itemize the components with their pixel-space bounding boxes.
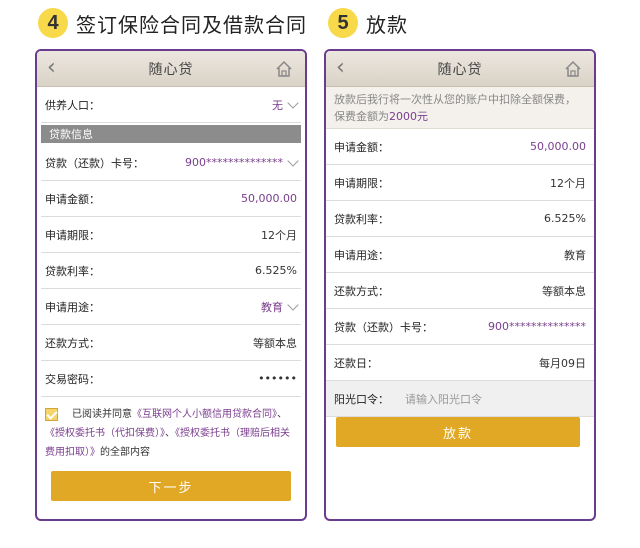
row-value: 6.525%: [255, 264, 297, 277]
row-label: 申请期限：: [45, 228, 100, 242]
navbar: ‹ 随心贷: [326, 51, 594, 87]
row-label: 贷款利率：: [45, 264, 100, 278]
back-chevron-icon[interactable]: ‹: [336, 55, 345, 80]
row-label: 还款方式：: [45, 336, 100, 350]
row-label: 还款方式：: [334, 284, 389, 298]
row-value: 每月09日: [539, 356, 586, 370]
agree-suffix: 的全部内容: [100, 447, 150, 458]
row-value: 6.525%: [544, 212, 586, 225]
card-number-value: 900**************: [185, 156, 283, 169]
row-value: 等额本息: [542, 284, 586, 298]
separator: 、: [165, 428, 175, 439]
row-label: 贷款（还款）卡号：: [334, 320, 433, 334]
amount-row: 申请金额： 50,000.00: [41, 181, 301, 217]
step-number-badge: 4: [38, 8, 68, 38]
purpose-row[interactable]: 申请用途： 教育: [41, 289, 301, 325]
step-number-badge: 5: [328, 8, 358, 38]
phone-screen-disbursement: ‹ 随心贷 放款后我行将一次性从您的账户中扣除全额保费，保费金额为2000元 申…: [324, 49, 596, 521]
row-label: 申请金额：: [45, 192, 100, 206]
agree-checkbox[interactable]: [45, 407, 58, 421]
step-4-header: 4 签订保险合同及借款合同: [38, 6, 307, 40]
rate-row: 贷款利率： 6.525%: [41, 253, 301, 289]
next-button[interactable]: 下一步: [51, 471, 291, 501]
row-value: 教育: [261, 298, 299, 315]
premium-amount: 2000元: [389, 110, 428, 123]
home-icon[interactable]: [564, 60, 582, 78]
row-value: 12个月: [261, 228, 297, 242]
repayment-row: 还款方式： 等额本息: [41, 325, 301, 361]
row-label: 申请用途：: [334, 248, 389, 262]
separator: 、: [277, 409, 287, 420]
step-title: 放款: [366, 12, 408, 37]
agreement-text: 已阅读并同意《互联网个人小额信用贷款合同》、《授权委托书（代扣保费）》、《授权委…: [37, 397, 305, 462]
row-value: 12个月: [550, 176, 586, 190]
home-icon[interactable]: [275, 60, 293, 78]
row-label: 阳光口令：: [334, 392, 389, 406]
agree-prefix: 已阅读并同意: [72, 409, 132, 420]
app-title: 随心贷: [148, 61, 194, 78]
password-field[interactable]: ••••••: [258, 372, 297, 385]
password-row[interactable]: 交易密码： ••••••: [41, 361, 301, 397]
row-label: 供养人口：: [45, 98, 100, 112]
notice-text: 放款后我行将一次性从您的账户中扣除全额保费，保费金额为: [334, 93, 576, 123]
chevron-down-icon: [287, 298, 299, 311]
row-label: 申请期限：: [334, 176, 389, 190]
row-label: 贷款（还款）卡号：: [45, 156, 144, 170]
term-row: 申请期限： 12个月: [41, 217, 301, 253]
row-label: 申请金额：: [334, 140, 389, 154]
step-5-header: 5 放款: [328, 6, 408, 40]
purpose-row: 申请用途： 教育: [326, 237, 594, 273]
rate-row: 贷款利率： 6.525%: [326, 201, 594, 237]
chevron-down-icon: [287, 96, 299, 109]
row-value: 等额本息: [253, 336, 297, 350]
dependents-value: 无: [272, 98, 283, 112]
back-chevron-icon[interactable]: ‹: [47, 55, 56, 80]
purpose-value: 教育: [261, 300, 283, 314]
repayment-row: 还款方式： 等额本息: [326, 273, 594, 309]
chevron-down-icon: [287, 154, 299, 167]
step-title: 签订保险合同及借款合同: [76, 12, 307, 37]
row-label: 交易密码：: [45, 372, 100, 386]
phone-screen-contract: ‹ 随心贷 供养人口： 无 贷款信息 贷款（还款）卡号： 900********…: [35, 49, 307, 521]
row-value: 教育: [564, 248, 586, 262]
amount-row: 申请金额： 50,000.00: [326, 129, 594, 165]
card-number-row: 贷款（还款）卡号： 900**************: [326, 309, 594, 345]
term-row: 申请期限： 12个月: [326, 165, 594, 201]
row-label: 还款日：: [334, 356, 378, 370]
row-label: 贷款利率：: [334, 212, 389, 226]
row-value: 50,000.00: [530, 140, 586, 153]
premium-notice: 放款后我行将一次性从您的账户中扣除全额保费，保费金额为2000元: [326, 87, 594, 129]
row-value: 无: [272, 96, 299, 113]
repay-day-row: 还款日： 每月09日: [326, 345, 594, 381]
disburse-button[interactable]: 放款: [336, 417, 580, 447]
row-value: 50,000.00: [241, 192, 297, 205]
app-title: 随心贷: [437, 61, 483, 78]
contract-link[interactable]: 《互联网个人小额信用贷款合同》: [132, 409, 277, 420]
row-value: 900**************: [488, 320, 586, 333]
sunshine-code-input[interactable]: 请输入阳光口令: [405, 391, 586, 407]
card-number-row[interactable]: 贷款（还款）卡号： 900**************: [41, 145, 301, 181]
sunshine-code-row[interactable]: 阳光口令： 请输入阳光口令: [326, 381, 594, 417]
section-header: 贷款信息: [41, 125, 301, 143]
authorization-link-premium[interactable]: 《授权委托书（代扣保费）》: [45, 428, 165, 439]
dependents-row[interactable]: 供养人口： 无: [41, 87, 301, 123]
navbar: ‹ 随心贷: [37, 51, 305, 87]
row-value: 900**************: [185, 154, 299, 169]
row-label: 申请用途：: [45, 300, 100, 314]
